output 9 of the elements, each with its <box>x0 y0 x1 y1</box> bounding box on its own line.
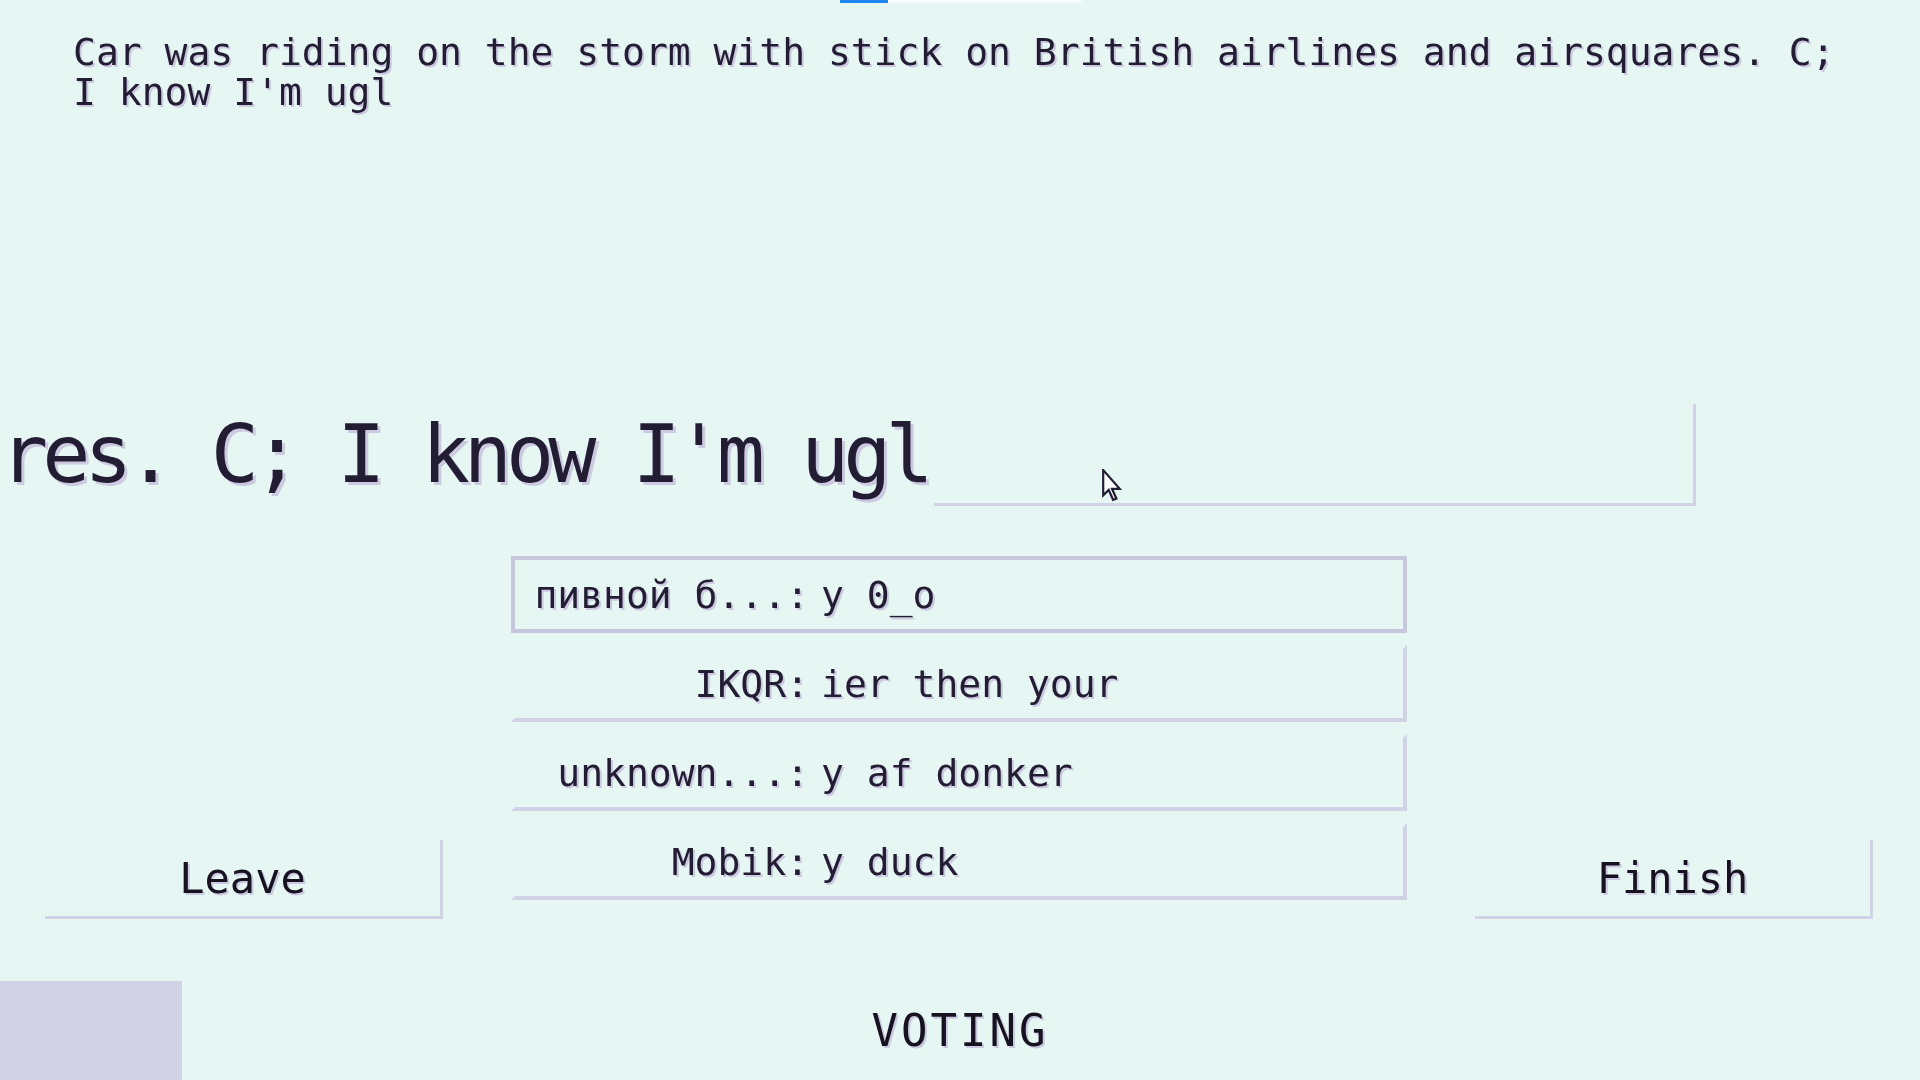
prompt-text: Car was riding on the storm with stick on British airlines and airsquares. C; I know I'm ugl <box>73 32 1836 112</box>
vote-option[interactable]: IKQR: ier then your <box>511 645 1407 722</box>
leave-button[interactable]: Leave <box>45 840 443 919</box>
finish-button[interactable]: Finish <box>1475 840 1873 919</box>
phase-label: VOTING <box>870 1004 1050 1058</box>
mouse-pointer-icon <box>1102 469 1122 502</box>
vote-option[interactable]: unknown...: y af donker <box>511 734 1407 811</box>
vote-option[interactable]: пивной б...: y 0_o <box>511 556 1407 633</box>
vote-option[interactable]: Mobik: y duck <box>511 823 1407 900</box>
